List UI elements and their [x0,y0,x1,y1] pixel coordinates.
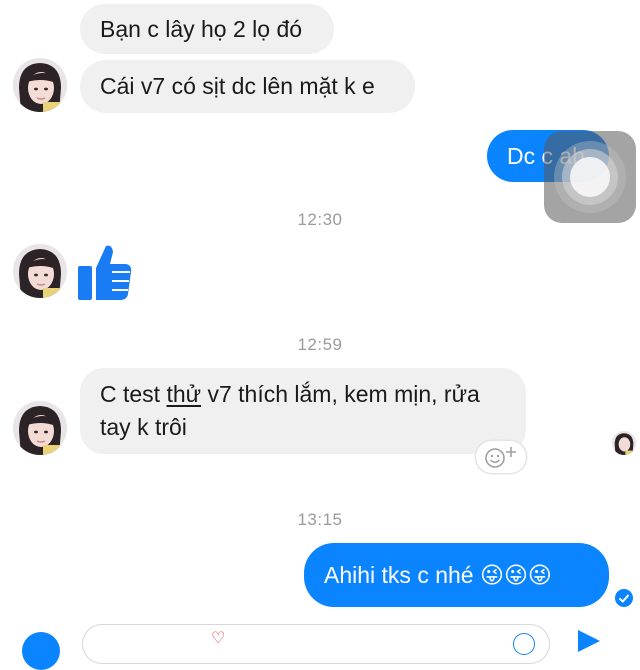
message-text: v7 thích lắm, kem mịn, rửa [201,381,480,407]
message-text-underlined: thử [166,381,202,407]
message-bubble-incoming[interactable]: Cái v7 có sịt dc lên mặt k e [80,60,415,113]
emoji-icon[interactable] [513,633,535,655]
message-text: Cái v7 có sịt dc lên mặt k e [100,73,375,99]
message-bubble-incoming[interactable]: C test thử v7 thích lắm, kem mịn, rửa ta… [80,368,526,454]
heart-icon[interactable]: ♡ [211,631,225,647]
timestamp: 13:15 [297,510,343,529]
message-input[interactable]: ♡ [82,624,550,664]
message-line: C test thử v7 thích lắm, kem mịn, rửa [100,378,506,411]
add-reaction-icon [485,447,516,468]
message-text: Bạn c lây họ 2 lọ đó [100,16,303,42]
camera-button[interactable] [22,632,60,670]
timestamp: 12:30 [297,210,343,229]
message-line: tay k trôi [100,414,187,440]
read-receipt-avatar [612,431,636,455]
avatar[interactable] [13,401,67,455]
message-bubble-outgoing[interactable]: Ahihi tks c nhé 😜😜😜 [304,543,609,607]
add-reaction-button[interactable] [476,441,526,473]
message-bubble-incoming[interactable]: Bạn c lây họ 2 lọ đó [80,4,334,54]
like-thumb-icon[interactable] [78,242,134,302]
send-icon[interactable] [578,630,600,652]
message-text: C test [100,381,167,407]
avatar[interactable] [13,58,67,112]
delivered-check-icon [615,589,633,607]
timestamp: 12:59 [297,335,343,354]
composer-bar: ♡ [0,620,640,670]
avatar[interactable] [13,244,67,298]
message-text: Ahihi tks c nhé 😜😜😜 [324,562,552,588]
